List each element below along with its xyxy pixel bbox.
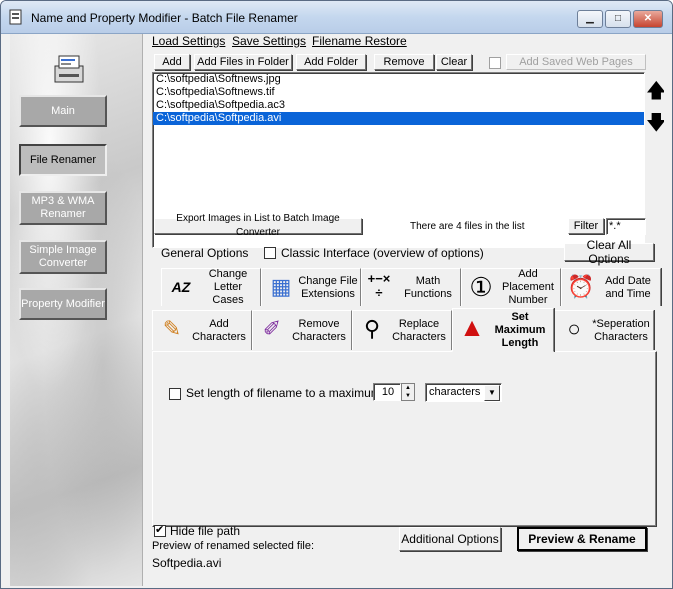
tab-remove-characters[interactable]: ✐ Remove Characters <box>252 310 352 350</box>
sidebar-item-simple-image-converter[interactable]: Simple Image Converter <box>19 240 107 274</box>
filter-button[interactable]: Filter <box>568 218 604 234</box>
hide-file-path-checkbox[interactable]: ✔ <box>154 524 166 537</box>
sidebar-item-main[interactable]: Main <box>19 95 107 127</box>
filter-input[interactable]: *.* <box>606 218 646 235</box>
app-window: Name and Property Modifier - Batch File … <box>0 0 673 589</box>
menu-filename-restore[interactable]: Filename Restore <box>312 34 407 48</box>
tab-label: Math Functions <box>404 274 452 300</box>
add-folder-button[interactable]: Add Folder <box>296 54 366 70</box>
sidebar: Main File Renamer MP3 & WMA Renamer Simp… <box>10 34 143 586</box>
maximize-button[interactable]: □ <box>605 10 631 28</box>
tab-label: Set Maximum Length <box>494 310 546 349</box>
length-unit-select[interactable]: characters ▼ <box>425 383 502 402</box>
export-images-button[interactable]: Export Images in List to Batch Image Con… <box>154 213 362 238</box>
set-max-length-checkbox[interactable] <box>169 388 181 400</box>
add-saved-web-pages-button[interactable]: Add Saved Web Pages <box>506 54 646 70</box>
list-item[interactable]: C:\softpedia\Softnews.tif <box>153 86 644 99</box>
remove-button[interactable]: Remove <box>374 54 434 70</box>
pencil-icon: ✎ <box>162 316 182 341</box>
length-unit-value: characters <box>429 386 481 398</box>
eraser-icon: ✐ <box>262 316 282 341</box>
tab-panel-set-maximum-length: Set length of filename to a maximum of 1… <box>152 351 657 527</box>
clear-all-options-button[interactable]: Clear All Options <box>564 238 654 266</box>
general-options-label: General Options <box>161 246 249 260</box>
scrollbar[interactable] <box>664 34 672 586</box>
app-title-icon <box>9 9 22 25</box>
sidebar-item-mp3-wma-renamer[interactable]: MP3 & WMA Renamer <box>19 191 107 225</box>
set-max-length-label: Set length of filename to a maximum of <box>186 386 395 400</box>
preview-filename: Softpedia.avi <box>152 556 222 570</box>
minimize-button[interactable]: ▁ <box>577 10 603 28</box>
number-one-icon: ① <box>469 272 493 302</box>
classic-interface-label: Classic Interface (overview of options) <box>281 246 484 260</box>
preview-and-rename-button[interactable]: Preview & Rename <box>517 527 647 551</box>
tab-replace-characters[interactable]: ⚲ Replace Characters <box>352 310 452 350</box>
preview-label: Preview of renamed selected file: <box>152 540 315 552</box>
list-item[interactable]: C:\softpedia\Softpedia.ac3 <box>153 99 644 112</box>
file-count-text: There are 4 files in the list <box>410 221 525 232</box>
tab-add-placement-number[interactable]: ① Add Placement Number <box>461 268 561 306</box>
tab-label: Change File Extensions <box>298 274 358 300</box>
tab-math-functions[interactable]: +−×÷ Math Functions <box>361 268 461 306</box>
tab-add-date-and-time[interactable]: ⏰ Add Date and Time <box>561 268 661 306</box>
traffic-cone-icon: ▲ <box>459 312 485 342</box>
close-button[interactable]: ✕ <box>633 10 663 28</box>
max-length-input[interactable]: 10 <box>373 383 401 401</box>
sidebar-item-file-renamer[interactable]: File Renamer <box>19 144 107 176</box>
letter-case-icon: AZ <box>171 279 191 295</box>
binoculars-icon: ⚲ <box>363 316 381 341</box>
window-title: Name and Property Modifier - Batch File … <box>31 11 298 25</box>
tab-label: Add Date and Time <box>605 274 651 300</box>
tab-label: Change Letter Cases <box>208 268 248 306</box>
calendar-icon: ▦ <box>270 274 292 299</box>
additional-options-button[interactable]: Additional Options <box>399 527 501 551</box>
sidebar-item-property-modifier[interactable]: Property Modifier <box>19 288 107 320</box>
tab-label: Add Characters <box>192 317 246 343</box>
tab-label: Remove Characters <box>292 317 346 343</box>
app-logo-icon <box>54 55 84 83</box>
title-bar: Name and Property Modifier - Batch File … <box>1 1 672 34</box>
clear-button[interactable]: Clear <box>436 54 472 70</box>
menu-save-settings[interactable]: Save Settings <box>232 34 306 48</box>
list-item[interactable]: C:\softpedia\Softnews.jpg <box>153 73 644 86</box>
tab-label: Replace Characters <box>392 317 446 343</box>
add-saved-web-pages-checkbox[interactable] <box>489 57 501 69</box>
check-mark-icon: ✔ <box>155 524 165 536</box>
tab-set-maximum-length[interactable]: ▲ Set Maximum Length <box>452 308 554 352</box>
tab-change-letter-cases[interactable]: AZ Change Letter Cases <box>161 268 261 306</box>
list-item-selected[interactable]: C:\softpedia\Softpedia.avi <box>153 112 644 125</box>
main-content: Load Settings Save Settings Filename Res… <box>144 34 667 586</box>
tab-add-characters[interactable]: ✎ Add Characters <box>152 310 252 350</box>
move-up-icon[interactable]: 🡅 <box>646 80 667 102</box>
clock-icon: ⏰ <box>567 274 595 299</box>
tab-change-file-extensions[interactable]: ▦ Change File Extensions <box>261 268 361 306</box>
classic-interface-checkbox[interactable] <box>264 247 276 259</box>
tab-separation-characters[interactable]: ○ *Seperation Characters <box>554 310 654 350</box>
circle-icon: ○ <box>567 316 581 341</box>
max-length-spinner[interactable]: ▲ ▼ <box>401 383 415 401</box>
hide-file-path-label: Hide file path <box>170 524 241 538</box>
move-down-icon[interactable]: 🡇 <box>646 112 667 134</box>
menu-load-settings[interactable]: Load Settings <box>152 34 225 48</box>
add-files-in-folder-button[interactable]: Add Files in Folder <box>194 54 292 70</box>
chevron-down-icon[interactable]: ▼ <box>484 385 500 401</box>
tab-label: *Seperation Characters <box>592 317 650 343</box>
math-icon: +−×÷ <box>367 271 391 300</box>
add-button[interactable]: Add <box>154 54 190 70</box>
tab-label: Add Placement Number <box>502 268 554 306</box>
